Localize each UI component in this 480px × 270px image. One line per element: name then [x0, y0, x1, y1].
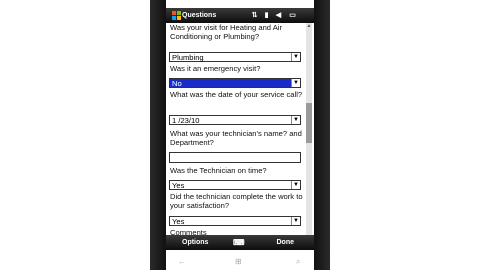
- phone-screen: Questions ⇅ ▮ ◀ ▭ Was your visit for Hea…: [166, 8, 314, 250]
- battery-icon: ▭: [289, 12, 296, 19]
- chevron-down-icon[interactable]: ▼: [291, 217, 300, 225]
- status-bar: Questions ⇅ ▮ ◀ ▭: [166, 8, 314, 23]
- question-on-time: Was the Technician on time?: [170, 166, 267, 175]
- question-visit-type: Was your visit for Heating and Air Condi…: [170, 23, 282, 42]
- scroll-thumb[interactable]: [306, 103, 312, 143]
- technician-name-field[interactable]: [169, 152, 301, 163]
- question-service-date: What was the date of your service call?: [170, 90, 303, 99]
- question-technician-name: What was your technician's name? and Dep…: [170, 129, 302, 148]
- scrollbar[interactable]: ▲ ▼: [306, 23, 312, 241]
- chevron-down-icon[interactable]: ▼: [291, 116, 300, 124]
- start-hardware-icon[interactable]: ⊞: [235, 257, 242, 266]
- visit-type-value: Plumbing: [172, 53, 204, 62]
- chevron-down-icon[interactable]: ▼: [291, 53, 300, 61]
- question-emergency: Was it an emergency visit?: [170, 64, 261, 73]
- windows-start-icon[interactable]: [172, 11, 181, 20]
- satisfaction-value: Yes: [172, 217, 185, 226]
- satisfaction-select[interactable]: Yes ▼: [169, 216, 301, 226]
- service-date-value: 1 /23/10: [172, 116, 200, 125]
- network-icon: ⇅: [251, 12, 258, 19]
- signal-icon: ▮: [264, 12, 269, 19]
- emergency-value: No: [172, 79, 182, 88]
- visit-type-select[interactable]: Plumbing ▼: [169, 52, 301, 62]
- chevron-down-icon[interactable]: ▼: [291, 181, 300, 189]
- keyboard-icon[interactable]: ⌨: [233, 238, 245, 247]
- phone-bezel-left: [150, 0, 166, 270]
- scroll-up-icon[interactable]: ▲: [306, 23, 312, 29]
- form-content: Was your visit for Heating and Air Condi…: [166, 23, 304, 241]
- softkey-bar: Options ⌨ Done: [166, 235, 314, 250]
- search-hardware-icon[interactable]: ⌕: [296, 257, 300, 267]
- volume-icon[interactable]: ◀: [274, 11, 283, 20]
- on-time-select[interactable]: Yes ▼: [169, 180, 301, 190]
- emergency-select[interactable]: No ▼: [169, 78, 301, 88]
- options-softkey[interactable]: Options: [182, 239, 208, 246]
- chevron-down-icon[interactable]: ▼: [291, 79, 300, 87]
- app-title: Questions: [182, 12, 217, 19]
- done-softkey[interactable]: Done: [277, 239, 295, 246]
- service-date-picker[interactable]: 1 /23/10 ▼: [169, 115, 301, 125]
- question-satisfaction: Did the technician complete the work to …: [170, 192, 303, 211]
- back-hardware-icon[interactable]: ←: [178, 257, 186, 266]
- phone-bezel-right: [314, 0, 330, 270]
- on-time-value: Yes: [172, 181, 185, 190]
